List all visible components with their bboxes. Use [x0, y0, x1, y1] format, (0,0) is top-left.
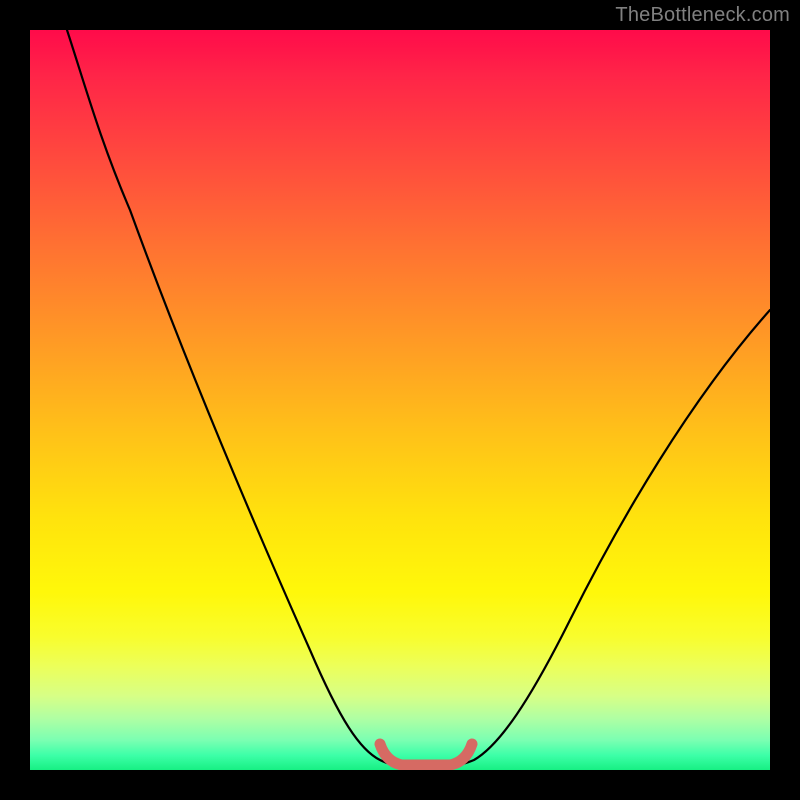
bottleneck-curve: [67, 30, 770, 768]
chart-svg: [30, 30, 770, 770]
plot-area: [30, 30, 770, 770]
optimal-range-marker: [380, 744, 472, 765]
chart-frame: TheBottleneck.com: [0, 0, 800, 800]
watermark-text: TheBottleneck.com: [615, 4, 790, 27]
